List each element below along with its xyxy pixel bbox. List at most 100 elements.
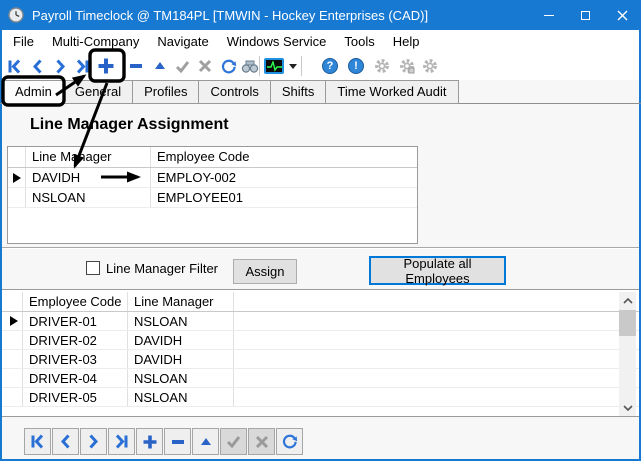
gear-copy-icon [398, 57, 416, 75]
title-bar[interactable]: Payroll Timeclock @ TM184PL [TMWIN - Hoc… [0, 0, 641, 30]
add-icon [141, 433, 159, 451]
help-icon: ? [322, 58, 338, 74]
window-border-left [0, 30, 2, 461]
tab-shifts[interactable]: Shifts [270, 80, 327, 104]
prior-record-icon [29, 58, 46, 75]
menu-windows-service[interactable]: Windows Service [218, 32, 336, 51]
settings-run-button[interactable] [420, 56, 440, 76]
nav-first-button[interactable] [24, 428, 51, 455]
tab-admin[interactable]: Admin [3, 80, 64, 104]
table-row[interactable]: NSLOAN EMPLOYEE01 [8, 188, 417, 208]
help-button[interactable]: ? [320, 56, 340, 76]
add-record-button[interactable] [95, 56, 117, 76]
post-button[interactable] [172, 56, 192, 76]
table-row[interactable]: DRIVER-01 NSLOAN [2, 312, 639, 331]
cell-employee-code[interactable]: DRIVER-03 [23, 350, 128, 368]
timeclock-monitor-button[interactable] [263, 56, 285, 76]
monitor-dropdown-button[interactable] [287, 56, 299, 76]
menu-bar: File Multi-Company Navigate Windows Serv… [2, 30, 639, 52]
table-row[interactable]: DRIVER-05 NSLOAN [2, 388, 639, 407]
scroll-down-button[interactable] [619, 399, 636, 416]
current-row-arrow-icon [13, 173, 21, 183]
table-row[interactable]: DRIVER-02 DAVIDH [2, 331, 639, 350]
first-record-button[interactable] [4, 56, 24, 76]
last-record-button[interactable] [72, 56, 92, 76]
table-row[interactable]: DRIVER-03 DAVIDH [2, 350, 639, 369]
nav-last-button[interactable] [108, 428, 135, 455]
tab-controls[interactable]: Controls [198, 80, 270, 104]
menu-multi-company[interactable]: Multi-Company [43, 32, 148, 51]
nav-refresh-button[interactable] [276, 428, 303, 455]
info-icon: ! [348, 58, 364, 74]
section-separator [0, 247, 641, 249]
cell-employee-code[interactable]: DRIVER-02 [23, 331, 128, 349]
close-icon [617, 10, 628, 21]
line-manager-filter-checkbox[interactable] [86, 261, 100, 275]
scroll-up-button[interactable] [619, 292, 636, 309]
settings-button[interactable] [372, 56, 392, 76]
edit-record-button[interactable] [150, 56, 170, 76]
cell-employee-code[interactable]: EMPLOYEE01 [151, 188, 417, 207]
cell-line-manager[interactable]: NSLOAN [128, 312, 234, 330]
populate-all-employees-button[interactable]: Populate all Employees [369, 256, 506, 285]
tab-general[interactable]: General [63, 80, 133, 104]
cell-employee-code[interactable]: DRIVER-05 [23, 388, 128, 406]
settings-copy-button[interactable] [397, 56, 417, 76]
table-row[interactable]: DAVIDH EMPLOY-002 [8, 168, 417, 188]
find-button[interactable] [240, 56, 260, 76]
edit-icon [198, 434, 214, 450]
nav-next-button[interactable] [80, 428, 107, 455]
tab-time-worked-audit[interactable]: Time Worked Audit [325, 80, 458, 104]
refresh-button[interactable] [218, 56, 238, 76]
cell-employee-code[interactable]: DRIVER-04 [23, 369, 128, 387]
cell-employee-code[interactable]: EMPLOY-002 [151, 168, 417, 187]
minimize-icon [544, 15, 554, 16]
first-record-icon [6, 58, 23, 75]
cancel-button[interactable] [195, 56, 215, 76]
column-header-line-manager[interactable]: Line Manager [26, 147, 151, 167]
cell-employee-code[interactable]: DRIVER-01 [23, 312, 128, 330]
cell-line-manager[interactable]: DAVIDH [128, 350, 234, 368]
cell-line-manager[interactable]: NSLOAN [26, 188, 151, 207]
scrollbar-thumb[interactable] [619, 310, 636, 336]
column-header-line-manager[interactable]: Line Manager [128, 292, 234, 311]
next-record-icon [85, 433, 102, 450]
cell-line-manager[interactable]: DAVIDH [26, 168, 151, 187]
menu-tools[interactable]: Tools [335, 32, 383, 51]
tab-strip: Admin General Profiles Controls Shifts T… [3, 80, 458, 104]
cell-line-manager[interactable]: NSLOAN [128, 388, 234, 406]
nav-add-button[interactable] [136, 428, 163, 455]
vertical-scrollbar[interactable] [619, 292, 636, 416]
nav-cancel-button[interactable] [248, 428, 275, 455]
close-button[interactable] [604, 0, 641, 30]
delete-record-button[interactable] [126, 56, 146, 76]
edit-icon [152, 58, 168, 74]
post-check-icon [225, 433, 242, 450]
first-record-icon [29, 433, 46, 450]
menu-help[interactable]: Help [384, 32, 429, 51]
cancel-x-icon [197, 58, 213, 74]
line-manager-assignment-grid: Line Manager Employee Code DAVIDH EMPLOY… [7, 146, 418, 244]
next-record-button[interactable] [50, 56, 70, 76]
menu-navigate[interactable]: Navigate [148, 32, 217, 51]
prior-record-button[interactable] [27, 56, 47, 76]
gear-icon [373, 57, 391, 75]
nav-post-button[interactable] [220, 428, 247, 455]
about-button[interactable]: ! [346, 56, 366, 76]
last-record-icon [74, 58, 91, 75]
cell-line-manager[interactable]: DAVIDH [128, 331, 234, 349]
nav-prior-button[interactable] [52, 428, 79, 455]
table-row[interactable]: DRIVER-04 NSLOAN [2, 369, 639, 388]
maximize-button[interactable] [567, 0, 604, 30]
tab-profiles[interactable]: Profiles [132, 80, 199, 104]
minimize-button[interactable] [530, 0, 567, 30]
grid-selector-header [8, 147, 26, 167]
assign-button[interactable]: Assign [233, 259, 297, 284]
column-header-employee-code[interactable]: Employee Code [151, 147, 417, 167]
current-row-arrow-icon [10, 316, 18, 326]
menu-file[interactable]: File [4, 32, 43, 51]
column-header-employee-code[interactable]: Employee Code [23, 292, 128, 311]
cell-line-manager[interactable]: NSLOAN [128, 369, 234, 387]
nav-delete-button[interactable] [164, 428, 191, 455]
nav-edit-button[interactable] [192, 428, 219, 455]
